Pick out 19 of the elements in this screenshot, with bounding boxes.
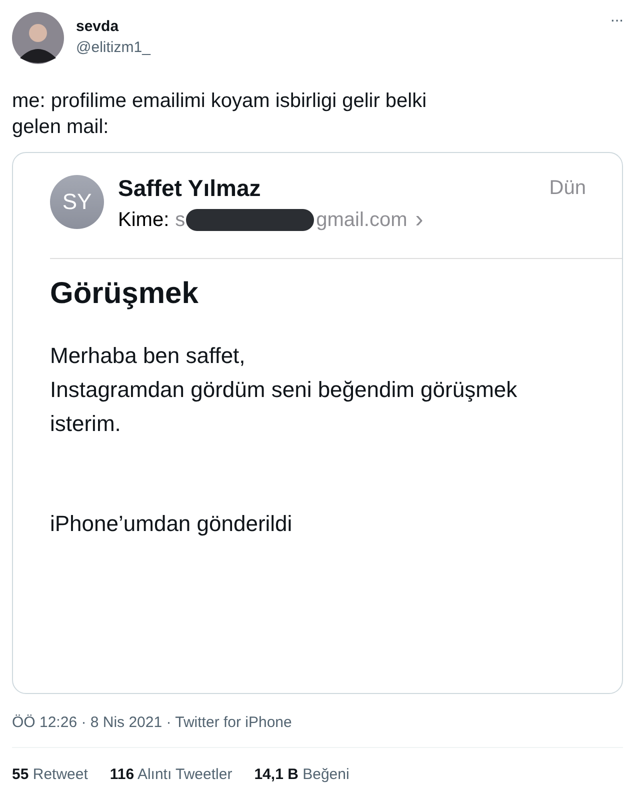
tweet-stat[interactable]: 55 Retweet bbox=[12, 766, 88, 783]
user-name[interactable]: sevda bbox=[76, 18, 598, 35]
sender-name: Saffet Yılmaz bbox=[118, 175, 262, 202]
more-button[interactable]: ··· bbox=[610, 12, 623, 30]
user-handle[interactable]: @elitizm1_ bbox=[76, 39, 598, 56]
email-body: Merhaba ben saffet, Instagramdan gördüm seni beğendim görüşmek isterim. bbox=[50, 342, 518, 438]
tweet-stat[interactable]: 116 Alıntı Tweetler bbox=[110, 766, 232, 783]
chevron-icon: › bbox=[415, 206, 424, 234]
tweet-stat[interactable]: 14,1 B Beğeni bbox=[254, 766, 350, 783]
avatar[interactable] bbox=[12, 12, 64, 64]
recipient-label: Kime: bbox=[118, 208, 170, 232]
email-subject: Görüşmek bbox=[50, 277, 200, 311]
email-signature: iPhone’umdan gönderildi bbox=[50, 511, 294, 537]
tweet-text: me: profilime emailimi koyam isbirligi gelir belki gelen mail: bbox=[12, 89, 428, 140]
sender-avatar: SY bbox=[50, 175, 104, 229]
recipient-domain: gmail.com bbox=[316, 208, 408, 232]
recipient-start: s bbox=[175, 208, 186, 232]
tweet-timestamp[interactable]: ÖÖ 12:26 · 8 Nis 2021 · Twitter for iPhone bbox=[12, 714, 292, 731]
email-date: Dün bbox=[549, 176, 586, 200]
